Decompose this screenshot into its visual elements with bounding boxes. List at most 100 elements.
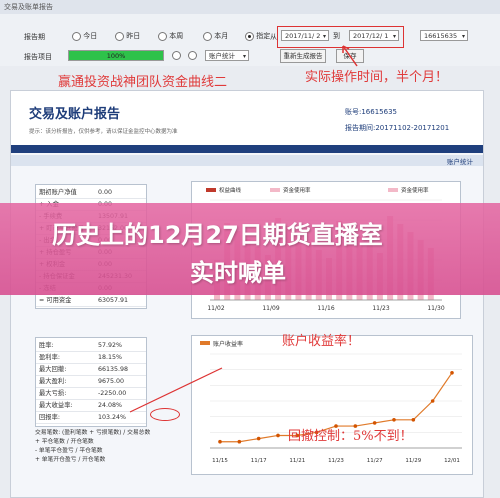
project-radio-2[interactable] bbox=[188, 51, 197, 60]
project-label: 报告项目 bbox=[24, 53, 52, 61]
project-radio-1[interactable] bbox=[172, 51, 181, 60]
radio-icon bbox=[115, 31, 124, 41]
report-period: 报告期间:20171102-20171201 bbox=[345, 124, 450, 132]
return-point bbox=[450, 371, 454, 375]
x-tick-label: 11/21 bbox=[289, 458, 305, 464]
chart-title: 账户收益率 bbox=[213, 340, 243, 348]
footer-line: 交易笔数: (盈利笔数 + 亏损笔数) / 交易总数 bbox=[35, 430, 151, 436]
stat-key: 最大回撤: bbox=[39, 366, 67, 373]
title-annotation: 赢通投资战神团队资金曲线二 bbox=[58, 75, 228, 90]
return-point bbox=[256, 436, 261, 441]
toolbar: 报告期 今日 昨日 本周 本月 指定 从 2017/11/ 2 ▾ 到 2017… bbox=[0, 14, 500, 66]
x-tick-label: 11/17 bbox=[251, 458, 267, 464]
stat-key: 胜率: bbox=[39, 342, 54, 349]
banner-line-2: 实时喊单 bbox=[190, 259, 286, 287]
start-date-picker[interactable]: 2017/11/ 2 ▾ bbox=[281, 30, 329, 41]
radio-icon bbox=[172, 51, 181, 60]
stat-row: = 可用资金 63057.91 bbox=[36, 295, 146, 307]
radio-label: 本月 bbox=[214, 32, 229, 40]
x-tick-label: 11/15 bbox=[212, 458, 228, 464]
stat-key: 盈利率: bbox=[39, 354, 61, 361]
footer-line: - 单笔平仓盈亏 / 平仓笔数 bbox=[35, 448, 103, 454]
banner-line-1: 历史上的12月27日期货直播室 bbox=[52, 221, 383, 249]
footer-line: + 平仓笔数 / 开仓笔数 bbox=[35, 439, 94, 445]
real-time-annotation: 实际操作时间，半个月！ bbox=[305, 70, 449, 85]
radio-icon bbox=[158, 31, 167, 41]
return-point bbox=[276, 433, 280, 438]
x-tick-label: 11/02 bbox=[207, 305, 224, 312]
report-footer: 交易笔数: (盈利笔数 + 亏损笔数) / 交易总数 + 平仓笔数 / 开仓笔数… bbox=[35, 429, 185, 465]
radio-icon bbox=[203, 31, 212, 41]
stat-key: 最大收益率: bbox=[39, 402, 73, 409]
annotation-arrow-icon bbox=[342, 45, 358, 67]
legend-label: 权益曲线 bbox=[219, 186, 242, 194]
radio-specified[interactable]: 指定 bbox=[245, 31, 270, 41]
stat-value: 57.92% bbox=[98, 342, 123, 349]
return-chart: 账户收益率 11/15 11/17 11/21 11/23 11/27 11/29 12/01 bbox=[200, 340, 462, 464]
legend-swatch bbox=[200, 341, 210, 345]
legend-swatch bbox=[388, 188, 398, 192]
x-tick-label: 11/16 bbox=[317, 305, 334, 312]
return-point bbox=[430, 399, 435, 403]
report-account: 账号:16615635 bbox=[345, 108, 397, 116]
from-label: 从 bbox=[270, 33, 277, 41]
report-subtitle: 提示：该分析报告，仅供参考，请以保证金监控中心数据为准 bbox=[29, 129, 178, 135]
chevron-down-icon: ▾ bbox=[461, 33, 465, 40]
stat-value: 63057.91 bbox=[98, 297, 129, 304]
footer-line: + 单笔开仓盈亏 / 开仓笔数 bbox=[35, 457, 106, 463]
chevron-down-icon: ▾ bbox=[392, 33, 396, 40]
x-tick-label: 11/23 bbox=[372, 305, 389, 312]
account-value: 16615635 bbox=[424, 32, 458, 40]
x-tick-label: 11/27 bbox=[367, 458, 383, 464]
progress-text: 100% bbox=[106, 52, 126, 60]
radio-this-month[interactable]: 本月 bbox=[203, 31, 228, 41]
period-label: 报告期 bbox=[24, 33, 45, 41]
drawdown-annotation: 回撤控制：5%不到！ bbox=[288, 429, 413, 444]
regenerate-report-button[interactable]: 重新生成报告 bbox=[280, 49, 326, 63]
stat-key: = 可用资金 bbox=[39, 297, 72, 304]
stat-row: 胜率: 57.92% bbox=[36, 340, 146, 352]
radio-icon bbox=[72, 31, 81, 41]
legend-swatch bbox=[206, 188, 216, 192]
x-tick-label: 11/09 bbox=[262, 305, 279, 312]
radio-icon bbox=[245, 31, 254, 41]
account-select[interactable]: 16615635 ▾ bbox=[420, 30, 468, 41]
report-header-bar bbox=[11, 145, 483, 153]
stat-value: 0.00 bbox=[98, 189, 113, 196]
x-tick-label: 11/23 bbox=[328, 458, 344, 464]
radio-label: 指定 bbox=[256, 32, 271, 40]
return-point bbox=[392, 418, 396, 422]
legend-label: 资金使用率 bbox=[283, 186, 311, 194]
promo-banner: 历史上的12月27日期货直播室 实时喊单 bbox=[0, 203, 500, 295]
stat-select-value: 账户统计 bbox=[209, 52, 235, 60]
stat-key: 期初账户净值 bbox=[39, 189, 77, 196]
highlight-circle-icon bbox=[150, 408, 180, 421]
chevron-down-icon: ▾ bbox=[322, 33, 326, 40]
legend-swatch bbox=[270, 188, 280, 192]
window-titlebar: 交易及账单报告 bbox=[0, 0, 500, 15]
stat-row: 期初账户净值 0.00 bbox=[36, 187, 146, 199]
radio-label: 昨日 bbox=[126, 32, 141, 40]
report-title: 交易及账户报告 bbox=[29, 107, 121, 122]
stat-key: 回报率: bbox=[39, 414, 61, 421]
return-point bbox=[218, 439, 222, 444]
radio-icon bbox=[188, 51, 197, 60]
radio-label: 本周 bbox=[169, 32, 184, 40]
radio-today[interactable]: 今日 bbox=[72, 31, 97, 41]
radio-this-week[interactable]: 本周 bbox=[158, 31, 183, 41]
window-title: 交易及账单报告 bbox=[4, 3, 53, 11]
return-point bbox=[411, 418, 416, 422]
x-tick-label: 12/01 bbox=[444, 458, 460, 464]
stat-select[interactable]: 账户统计 ▾ bbox=[205, 50, 249, 61]
stat-key: 最大亏损: bbox=[39, 390, 67, 397]
radio-label: 今日 bbox=[83, 32, 98, 40]
return-rate-annotation: 账户收益率！ bbox=[282, 334, 361, 349]
section-title: 账户统计 bbox=[447, 158, 473, 166]
legend-label: 资金使用率 bbox=[401, 186, 429, 194]
x-tick-label: 11/29 bbox=[405, 458, 421, 464]
chevron-down-icon: ▾ bbox=[242, 53, 246, 60]
start-date-value: 2017/11/ 2 bbox=[285, 32, 321, 40]
report-header: 交易及账户报告 提示：该分析报告，仅供参考，请以保证金监控中心数据为准 账号:1… bbox=[11, 91, 483, 153]
radio-yesterday[interactable]: 昨日 bbox=[115, 31, 140, 41]
x-tick-label: 11/30 bbox=[427, 305, 444, 312]
